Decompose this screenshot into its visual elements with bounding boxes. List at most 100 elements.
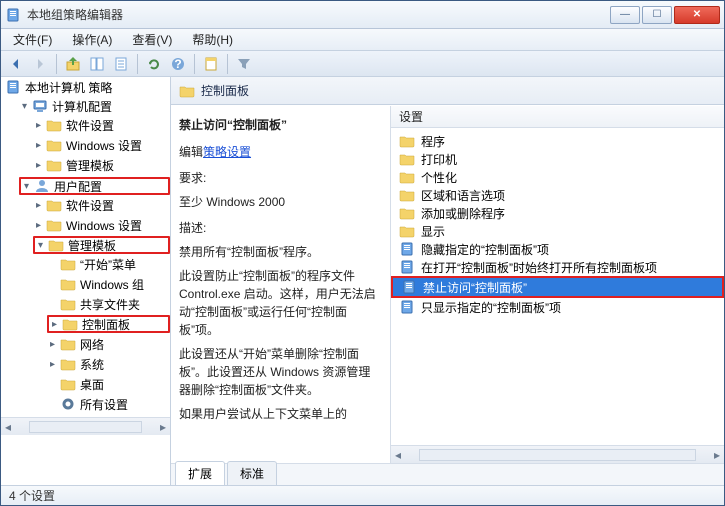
list-item[interactable]: 禁止访问“控制面板” [391,276,724,298]
folder-icon [46,137,62,153]
expand-icon[interactable]: ▸ [47,339,58,350]
tree-user-config[interactable]: ▾ 用户配置 [19,177,170,195]
requirements-label: 要求: [179,169,382,187]
list-item[interactable]: 区域和语言选项 [391,186,724,204]
tree-item[interactable]: 共享文件夹 [47,295,170,313]
expand-icon[interactable]: ▸ [49,319,60,330]
tree-hscroll[interactable]: ◂▸ [1,417,170,435]
close-button[interactable]: ✕ [674,6,720,24]
tree-item[interactable]: ▸Windows 设置 [33,216,170,234]
folder-icon [399,169,415,185]
minimize-button[interactable]: — [610,6,640,24]
folder-icon [48,237,64,253]
toolbar: ? [1,51,724,77]
menu-help[interactable]: 帮助(H) [184,29,241,50]
setting-title: 禁止访问“控制面板” [179,116,382,133]
forward-button[interactable] [29,53,51,75]
scroll-icon [5,79,21,95]
tree-item[interactable]: Windows 组 [47,275,170,293]
list-column-header[interactable]: 设置 [391,106,724,128]
status-text: 4 个设置 [9,487,55,504]
list-item-label: 显示 [421,223,445,240]
list-item[interactable]: 打印机 [391,150,724,168]
list-item-label: 区域和语言选项 [421,187,505,204]
list-item[interactable]: 只显示指定的“控制面板”项 [391,298,724,316]
pane-title: 控制面板 [201,82,249,99]
expand-icon[interactable]: ▸ [33,220,44,231]
titlebar: 本地组策略编辑器 — ☐ ✕ [1,1,724,29]
folder-icon [60,276,76,292]
list-hscroll[interactable]: ◂▸ [391,445,724,463]
status-bar: 4 个设置 [1,485,724,505]
list-item[interactable]: 程序 [391,132,724,150]
tree-root[interactable]: 本地计算机 策略 [5,78,170,96]
folder-icon [60,356,76,372]
content-area: 禁止访问“控制面板” 编辑策略设置 要求: 至少 Windows 2000 描述… [171,105,724,463]
scroll-icon [399,259,415,275]
list-item[interactable]: 添加或删除程序 [391,204,724,222]
policy-tree: 本地计算机 策略 ▾ 计算机配置 ▸软件设置 [1,77,170,417]
pane-header: 控制面板 [171,77,724,105]
folder-icon [60,256,76,272]
expand-icon[interactable]: ▸ [33,200,44,211]
view-tabs: 扩展 标准 [171,463,724,485]
back-button[interactable] [5,53,27,75]
folder-icon [399,133,415,149]
collapse-icon[interactable]: ▾ [21,181,32,192]
edit-policy-link[interactable]: 策略设置 [203,145,251,159]
tree-item[interactable]: “开始”菜单 [47,255,170,273]
expand-icon[interactable]: ▸ [33,120,44,131]
properties-button[interactable] [200,53,222,75]
show-hide-tree-button[interactable] [86,53,108,75]
list-item[interactable]: 个性化 [391,168,724,186]
tree-item[interactable]: ▸软件设置 [33,116,170,134]
folder-icon [46,197,62,213]
tab-extended[interactable]: 扩展 [175,461,225,485]
expand-icon[interactable]: ▸ [33,160,44,171]
maximize-button[interactable]: ☐ [642,6,672,24]
expand-icon[interactable]: ▸ [33,140,44,151]
list-item-label: 个性化 [421,169,457,186]
list-item[interactable]: 显示 [391,222,724,240]
folder-icon [46,117,62,133]
list-item-label: 程序 [421,133,445,150]
tree-computer-config[interactable]: ▾ 计算机配置 [19,97,170,115]
tree-item[interactable]: ▸软件设置 [33,196,170,214]
folder-icon [60,376,76,392]
help-button[interactable]: ? [167,53,189,75]
menu-action[interactable]: 操作(A) [64,29,120,50]
export-list-button[interactable] [110,53,132,75]
app-icon [5,7,21,23]
tree-item[interactable]: ▸Windows 设置 [33,136,170,154]
tree-item[interactable]: ▸网络 [47,335,170,353]
tree-item[interactable]: 所有设置 [47,395,170,413]
list-item-label: 禁止访问“控制面板” [423,279,527,296]
folder-icon [60,296,76,312]
collapse-icon[interactable]: ▾ [35,240,46,251]
tree-item[interactable]: ▸管理模板 [33,156,170,174]
list-item[interactable]: 隐藏指定的“控制面板”项 [391,240,724,258]
computer-icon [32,98,48,114]
list-item[interactable]: 在打开“控制面板”时始终打开所有控制面板项 [391,258,724,276]
tree-item[interactable]: 桌面 [47,375,170,393]
up-button[interactable] [62,53,84,75]
settings-list[interactable]: 程序打印机个性化区域和语言选项添加或删除程序显示隐藏指定的“控制面板”项在打开“… [391,128,724,445]
refresh-button[interactable] [143,53,165,75]
tree-item[interactable]: ▸系统 [47,355,170,373]
scroll-icon [399,299,415,315]
folder-icon [62,316,78,332]
settings-list-pane: 设置 程序打印机个性化区域和语言选项添加或删除程序显示隐藏指定的“控制面板”项在… [391,106,724,463]
tab-standard[interactable]: 标准 [227,461,277,485]
user-icon [34,178,50,194]
filter-button[interactable] [233,53,255,75]
description-text: 禁用所有“控制面板”程序。 [179,243,382,261]
tree-control-panel[interactable]: ▸控制面板 [47,315,170,333]
menu-view[interactable]: 查看(V) [124,29,180,50]
expand-icon[interactable]: ▸ [47,359,58,370]
menu-bar: 文件(F) 操作(A) 查看(V) 帮助(H) [1,29,724,51]
collapse-icon[interactable]: ▾ [19,101,30,112]
menu-file[interactable]: 文件(F) [5,29,60,50]
tree-admin-templates[interactable]: ▾ 管理模板 [33,236,170,254]
tree-pane[interactable]: 本地计算机 策略 ▾ 计算机配置 ▸软件设置 [1,77,171,485]
list-item-label: 只显示指定的“控制面板”项 [421,299,561,316]
